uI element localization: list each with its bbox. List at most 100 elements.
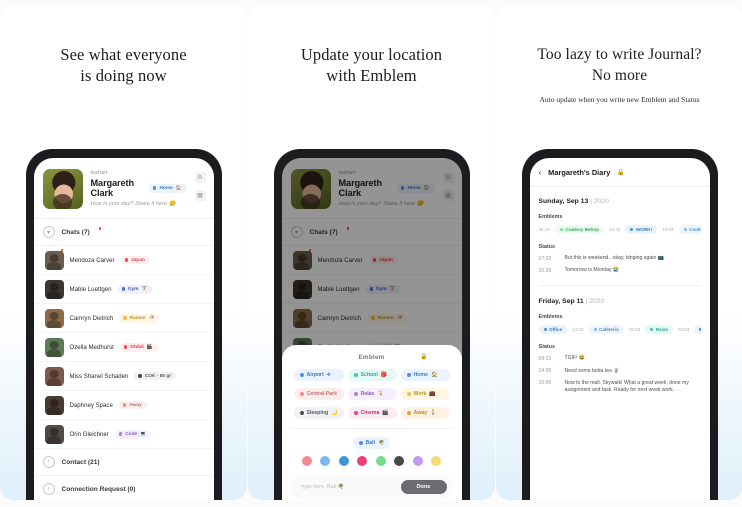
chat-status-badge[interactable]: Away	[118, 401, 147, 409]
selected-emblem-label: Bali	[365, 440, 376, 446]
diary-emblem-row: Office 14:03 Cafeteria 15:03 Relax 20:03 Home	[538, 325, 701, 335]
color-swatch[interactable]	[412, 456, 423, 466]
diary-entry-list: Sunday, Sep 13 | 2020 Emblems 08:10 Cowboy …	[530, 187, 710, 394]
lock-icon[interactable]: 🔒	[617, 169, 624, 176]
chat-status-badge[interactable]: Code💻	[114, 429, 151, 439]
headline-line-2: is doing now	[80, 66, 167, 85]
chat-status-badge[interactable]: COK · 80 gr	[134, 372, 177, 380]
emblem-option[interactable]: Away 🚶	[400, 407, 450, 419]
chat-status-badge[interactable]: Japan	[120, 256, 150, 264]
emblems-label: Emblems	[538, 314, 563, 321]
emblem-dot	[358, 441, 363, 445]
profile-status-text[interactable]: How is your day? Share it here 😊	[91, 201, 187, 207]
diary-entry-year: | 2020	[590, 198, 609, 205]
emblem-time: 15:03	[628, 327, 641, 333]
section-chats[interactable]: ▾ Chats (7)	[33, 219, 214, 246]
phone-mockup-2: teshart Margareth Clark Home 🏠 How is yo…	[273, 149, 470, 500]
emblem-option-label: Sleeping	[306, 410, 329, 416]
emblem-dot	[299, 392, 304, 396]
emblem-input[interactable]: type here, Bali 🌴	[297, 484, 395, 490]
diary-emblem-label: Cooking food	[689, 227, 701, 232]
emblem-option[interactable]: Airport ✈	[293, 369, 344, 381]
status-badge[interactable]: Home 🏠	[149, 183, 187, 193]
chat-status-badge[interactable]: Ramen 🍜	[119, 313, 160, 323]
status-text: But this is weekend.. okay, binging agai…	[564, 255, 664, 261]
chat-status-label: Japan	[130, 257, 145, 263]
diary-emblem[interactable]: WORK!	[625, 225, 658, 234]
lock-icon[interactable]: 🔒	[420, 353, 427, 360]
diary-entry: Friday, Sep 11 | 2020 Emblems Office 14:03 C…	[538, 298, 701, 394]
chat-status-badge[interactable]: Gym 🏋	[117, 284, 153, 294]
emblem-option[interactable]: Relax 🍹	[347, 388, 397, 400]
diary-emblem[interactable]: Home	[694, 325, 701, 335]
headline-line-1: Too lazy to write Journal?	[537, 46, 702, 63]
status-time: 07:02	[538, 255, 552, 262]
diary-emblem[interactable]: Cafeteria	[588, 325, 624, 335]
emblem-option[interactable]: Cinema 🎬	[347, 407, 397, 419]
emblems-label: Emblems	[538, 214, 563, 220]
status-time: 20:39	[538, 267, 552, 274]
emblem-option[interactable]: Sleeping 🌙	[293, 407, 344, 419]
divider	[538, 285, 701, 287]
color-swatch-row	[291, 456, 453, 475]
chat-list-item[interactable]: Mable Luettgen Gym 🏋	[33, 275, 214, 304]
section-contact[interactable]: › Contact (21)	[33, 449, 214, 476]
selected-emblem-chip[interactable]: Bali 🌴	[352, 437, 391, 449]
screenshot-panel-2: Update your location with Emblem teshart…	[248, 6, 495, 500]
emblem-dot	[630, 228, 634, 231]
chat-list-item[interactable]: Daphney Space Away	[33, 391, 214, 420]
status-dot	[124, 258, 128, 262]
color-swatch[interactable]	[357, 456, 368, 466]
chat-contact-name: Mable Luettgen	[69, 285, 112, 293]
emblem-option[interactable]: Work 💼	[400, 388, 450, 400]
emblem-dot	[353, 373, 358, 377]
diary-entry: Sunday, Sep 13 | 2020 Emblems 08:10 Cowboy …	[538, 198, 701, 287]
chat-list-item[interactable]: Camryn Dietrich Ramen 🍜	[33, 304, 214, 333]
chat-status-badge[interactable]: Ghibli🎬	[119, 342, 158, 352]
color-swatch[interactable]	[338, 456, 349, 466]
diary-emblem[interactable]: Cowboy Bebop	[555, 225, 604, 234]
status-label: Status	[538, 244, 555, 250]
emblem-dot	[406, 373, 411, 377]
diary-emblem[interactable]: Office	[538, 325, 568, 335]
emblem-option-label: Airport	[306, 372, 324, 378]
emblem-option[interactable]: School 🎒	[347, 369, 397, 381]
chevron-right-icon: ›	[42, 456, 55, 468]
color-swatch[interactable]	[320, 456, 331, 466]
notes-icon[interactable]: ▦	[194, 190, 206, 201]
chat-list-item[interactable]: Miss Shanel Schaden COK · 80 gr	[33, 362, 214, 391]
color-swatch[interactable]	[394, 456, 405, 466]
emblem-time: 08:10	[538, 227, 551, 232]
emblem-dot	[543, 328, 547, 332]
emblem-modal-title: Emblem	[358, 354, 385, 361]
emblem-dot	[406, 392, 411, 396]
emblem-dot	[406, 411, 411, 415]
color-swatch[interactable]	[301, 456, 312, 466]
color-swatch[interactable]	[375, 456, 386, 466]
emblem-picker-modal: Emblem 🔒 Airport ✈ School 🎒 Home 🏠 Central Par…	[281, 345, 462, 500]
chat-list-item[interactable]: Ozella Medhurst Ghibli🎬	[33, 333, 214, 362]
status-dot	[118, 432, 123, 436]
color-swatch[interactable]	[431, 456, 442, 466]
emblem-option[interactable]: Central Park	[293, 388, 344, 400]
diary-emblem[interactable]: Cooking food	[678, 225, 701, 234]
chat-list-item[interactable]: Orin Gleichner Code💻	[33, 420, 214, 449]
status-emoji-icon: 🏋	[141, 286, 148, 291]
chat-list-item[interactable]: Mendoza Carver Japan	[33, 246, 214, 275]
gear-icon[interactable]: ⚙	[194, 172, 206, 183]
status-emoji-icon: 💻	[140, 431, 146, 436]
done-button[interactable]: Done	[400, 480, 447, 494]
diary-emblem[interactable]: Relax	[645, 325, 673, 335]
emblem-emoji-icon: 🎒	[380, 372, 388, 378]
profile-handle: teshart	[90, 170, 108, 176]
chat-status-label: Ramen	[129, 315, 146, 321]
diary-emblem-row: 08:10 Cowboy Bebop 12:30 WORK! 14:03 Cooking …	[539, 225, 701, 234]
emblem-emoji-icon: 🎬	[382, 410, 389, 416]
chat-contact-name: Orin Gleichner	[69, 430, 109, 438]
emblem-option[interactable]: Home 🏠	[400, 369, 450, 381]
chevron-left-icon[interactable]: ‹	[539, 168, 542, 177]
avatar	[44, 250, 64, 270]
emblem-option-label: Cinema	[360, 410, 380, 416]
section-connection-request[interactable]: › Connection Request (0)	[34, 476, 214, 500]
status-badge-label: Home	[159, 185, 173, 191]
